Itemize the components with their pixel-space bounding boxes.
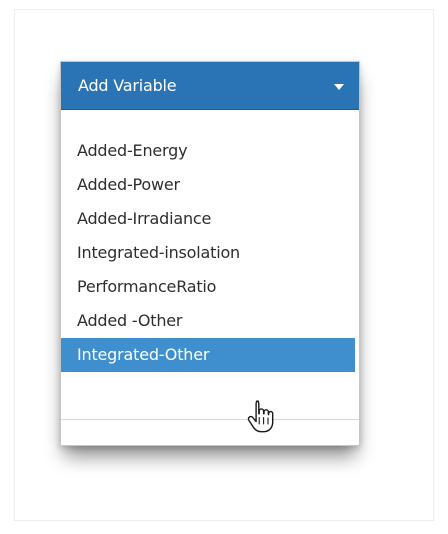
menu-item-integrated-other[interactable]: Integrated-Other (61, 338, 355, 372)
menu-item-added-power[interactable]: Added-Power (61, 168, 359, 202)
add-variable-button[interactable]: Add Variable (61, 62, 359, 110)
menu-item-added-irradiance[interactable]: Added-Irradiance (61, 202, 359, 236)
caret-down-icon (334, 84, 344, 90)
dropdown-title: Add Variable (78, 76, 177, 95)
menu-item-added-energy[interactable]: Added-Energy (61, 134, 359, 168)
menu-divider (61, 419, 359, 420)
hand-pointer-icon (247, 400, 274, 433)
menu-item-added-other[interactable]: Added -Other (61, 304, 359, 338)
menu-item-performance-ratio[interactable]: PerformanceRatio (61, 270, 359, 304)
add-variable-dropdown: Add Variable Added-Energy Added-Power Ad… (60, 61, 360, 446)
menu-item-integrated-insolation[interactable]: Integrated-insolation (61, 236, 359, 270)
variable-menu: Added-Energy Added-Power Added-Irradianc… (61, 134, 359, 372)
